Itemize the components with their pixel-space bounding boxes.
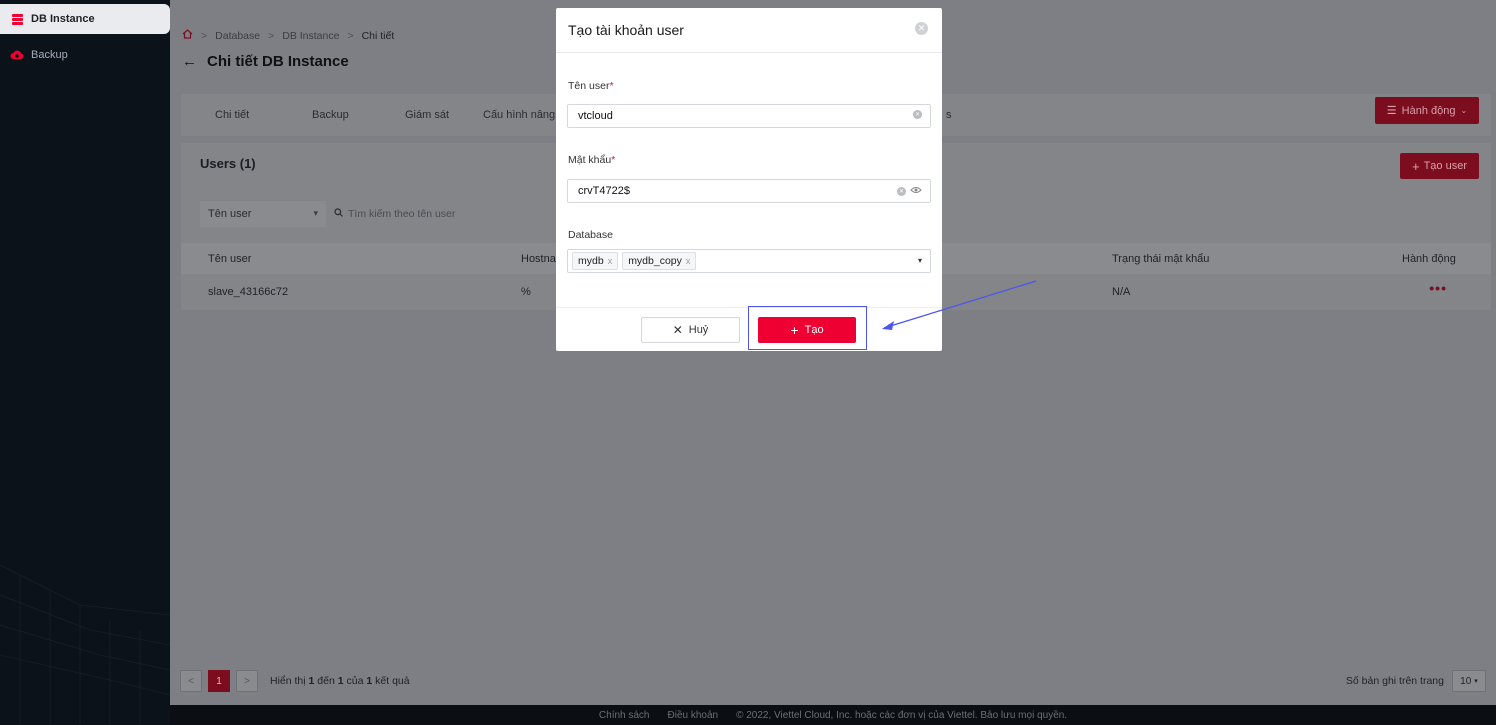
password-label: Mật khẩu* <box>568 154 616 166</box>
clear-icon[interactable]: ✕ <box>913 110 922 119</box>
footer-terms-link[interactable]: Điều khoản <box>668 710 719 721</box>
page-size-control: Số bản ghi trên trang 10 ▾ <box>1346 670 1486 692</box>
column-header: Trạng thái mật khẩu <box>1112 253 1210 265</box>
tab-users[interactable]: s <box>946 109 952 121</box>
cell-host: % <box>521 286 531 298</box>
prev-page-button[interactable]: < <box>180 670 202 692</box>
tab-cau-hinh-nang-cao[interactable]: Cấu hình nâng c <box>483 109 564 121</box>
modal-title: Tạo tài khoản user <box>568 22 684 38</box>
cell-password-status: N/A <box>1112 286 1131 298</box>
cloud-backup-icon <box>10 48 24 62</box>
cancel-label: Huỷ <box>688 324 709 336</box>
password-value: crvT4722$ <box>578 185 630 197</box>
password-field[interactable]: crvT4722$ ✕ <box>567 179 931 203</box>
cancel-button[interactable]: ✕ Huỷ <box>641 317 740 343</box>
search-placeholder: Tìm kiếm theo tên user <box>348 208 456 220</box>
page-size-label: Số bản ghi trên trang <box>1345 675 1444 687</box>
page-size-select[interactable]: 10 ▾ <box>1452 670 1486 692</box>
more-actions-icon[interactable]: ••• <box>1429 280 1447 296</box>
sidebar: DB Instance Backup <box>0 0 170 725</box>
sidebar-item-label: Backup <box>31 49 68 61</box>
caret-down-icon: ▾ <box>1474 678 1478 685</box>
caret-down-icon: ▾ <box>917 256 922 265</box>
plus-icon: + <box>1411 158 1420 174</box>
sidebar-item-label: DB Instance <box>31 13 95 25</box>
sidebar-item-backup[interactable]: Backup <box>0 40 170 70</box>
pagination-info: Hiển thị 1 đến 1 của 1 kết quả <box>270 675 410 687</box>
footer: Chính sách Điều khoản © 2022, Viettel Cl… <box>170 705 1496 725</box>
username-label: Tên user* <box>568 80 614 92</box>
close-icon: ✕ <box>672 323 683 337</box>
menu-icon: ☰ <box>1386 105 1397 117</box>
clear-icon[interactable]: ✕ <box>897 186 906 196</box>
page-title: Chi tiết DB Instance <box>207 53 349 70</box>
page-header: ← Chi tiết DB Instance <box>182 53 349 70</box>
home-icon[interactable] <box>182 29 193 42</box>
close-icon[interactable]: ✕ <box>915 22 928 35</box>
breadcrumb-database[interactable]: Database <box>215 30 260 42</box>
breadcrumb-current: Chi tiết <box>361 29 395 42</box>
username-field[interactable]: vtcloud ✕ <box>567 104 931 128</box>
users-title: Users (1) <box>200 156 256 171</box>
database-icon <box>10 12 24 26</box>
breadcrumb-db-instance[interactable]: DB Instance <box>282 30 339 42</box>
modal-header: Tạo tài khoản user ✕ <box>556 8 942 53</box>
next-page-button[interactable]: > <box>236 670 258 692</box>
city-illustration <box>0 564 170 725</box>
caret-down-icon: ▾ <box>313 208 318 218</box>
footer-policy-link[interactable]: Chính sách <box>599 710 650 721</box>
add-user-label: Tạo user <box>1423 160 1467 172</box>
pagination: < 1 > Hiển thị 1 đến 1 của 1 kết quả <box>180 670 410 692</box>
filter-select-value: Tên user <box>208 208 252 220</box>
chevron-right-icon: > <box>201 29 208 42</box>
search-icon <box>334 208 343 220</box>
chevron-right-icon: > <box>347 29 354 42</box>
database-tag: mydb x <box>572 252 619 270</box>
column-header: Hành động <box>1402 253 1456 265</box>
database-multiselect[interactable]: mydb x mydb_copy x ▾ <box>567 249 931 273</box>
chevron-down-icon: ⌄ <box>1460 106 1468 115</box>
filter-field-select[interactable]: Tên user ▾ <box>200 201 326 227</box>
annotation-arrow-icon <box>882 280 1037 330</box>
remove-tag-icon[interactable]: x <box>686 256 691 266</box>
username-value: vtcloud <box>578 110 613 122</box>
database-label: Database <box>568 229 613 241</box>
add-user-button[interactable]: + Tạo user <box>1400 153 1479 179</box>
breadcrumb: > Database > DB Instance > Chi tiết <box>182 29 394 42</box>
tab-backup[interactable]: Backup <box>312 109 349 121</box>
tab-giam-sat[interactable]: Giám sát <box>405 109 449 121</box>
remove-tag-icon[interactable]: x <box>608 256 613 266</box>
column-header: Tên user <box>208 253 252 265</box>
database-tag: mydb_copy x <box>622 252 697 270</box>
chevron-right-icon: > <box>268 29 275 42</box>
search-input[interactable]: Tìm kiếm theo tên user <box>326 201 506 227</box>
action-button-label: Hành động <box>1401 104 1456 117</box>
annotation-highlight-box <box>748 306 867 350</box>
page-button[interactable]: 1 <box>208 670 230 692</box>
back-arrow-icon[interactable]: ← <box>182 53 197 70</box>
tab-chi-tiet[interactable]: Chi tiết <box>215 109 249 121</box>
column-header: Hostna <box>521 253 556 265</box>
footer-copyright: © 2022, Viettel Cloud, Inc. hoặc các đơn… <box>736 709 1068 721</box>
sidebar-item-db-instance[interactable]: DB Instance <box>0 4 170 34</box>
eye-icon[interactable] <box>910 185 922 197</box>
cell-username: slave_43166c72 <box>208 286 289 298</box>
action-dropdown-button[interactable]: ☰ Hành động ⌄ <box>1375 97 1479 124</box>
